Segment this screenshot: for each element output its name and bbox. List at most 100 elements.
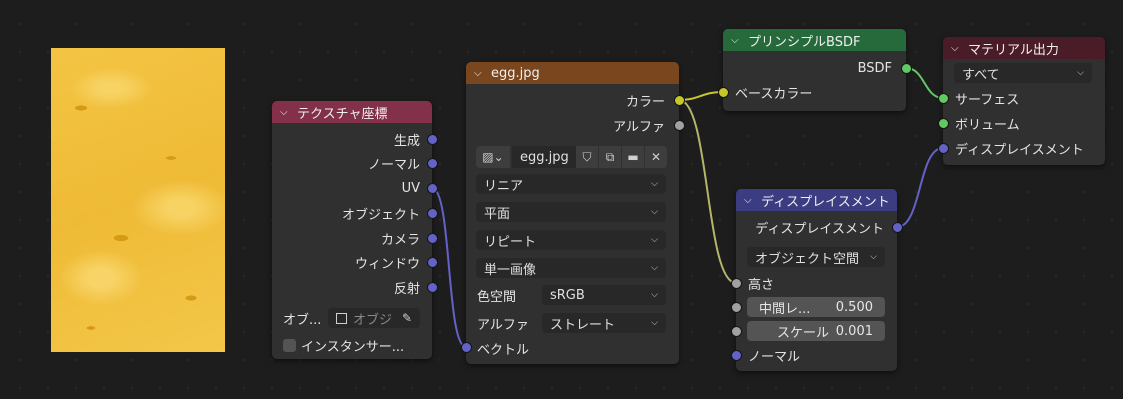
close-icon: ✕	[650, 150, 662, 164]
socket-camera[interactable]	[427, 233, 438, 244]
texture-coordinate-node[interactable]: ⌵ テクスチャ座標 生成 ノーマル UV オブジェクト カメラ ウィンドウ 反射…	[272, 101, 438, 359]
socket-vector-in[interactable]	[461, 342, 472, 353]
chevron-down-icon: ⌵	[870, 252, 877, 262]
output-bsdf: BSDF	[857, 60, 892, 76]
socket-alpha-out[interactable]	[674, 120, 685, 131]
socket-reflection[interactable]	[427, 282, 438, 293]
image-name-field[interactable]: egg.jpg	[512, 146, 576, 168]
alpha-label: アルファ	[477, 317, 529, 333]
midlevel-value: 0.500	[835, 299, 873, 315]
image-name: egg.jpg	[520, 149, 569, 165]
unlink-button[interactable]: ✕	[645, 146, 667, 168]
socket-object[interactable]	[427, 208, 438, 219]
chevron-down-icon[interactable]: ⌵	[951, 43, 963, 54]
space-value: オブジェクト空間	[755, 251, 860, 267]
image-texture-node[interactable]: ⌵ egg.jpg カラー アルファ ▨⌄ egg.jpg ⛉ ⧉ ▬ ✕ リニ…	[461, 62, 685, 364]
scale-field[interactable]: スケール 0.001	[747, 321, 885, 341]
chevron-down-icon[interactable]: ⌵	[731, 35, 743, 46]
texture-coordinate-header[interactable]: ⌵ テクスチャ座標	[272, 101, 432, 123]
alpha-mode-value: ストレート	[550, 317, 616, 333]
scale-value: 0.001	[835, 323, 873, 339]
socket-height-in[interactable]	[731, 278, 742, 289]
node-title: テクスチャ座標	[297, 106, 388, 122]
link-color-basecolor	[678, 91, 724, 101]
input-normal: ノーマル	[748, 349, 801, 365]
shield-icon: ⛉	[582, 149, 592, 164]
object-label: オブ...	[283, 312, 322, 328]
midlevel-field[interactable]: 中間レ... 0.500	[747, 297, 885, 317]
colorspace-dropdown[interactable]: sRGB ⌵	[542, 285, 666, 305]
chevron-down-icon[interactable]: ⌵	[280, 107, 292, 118]
socket-midlevel-in[interactable]	[731, 302, 742, 313]
socket-bsdf-out[interactable]	[901, 63, 912, 74]
eyedropper-icon[interactable]: ✎	[402, 311, 412, 325]
socket-displacement-out[interactable]	[892, 222, 903, 233]
extension-value: リピート	[484, 234, 537, 250]
source-value: 単一画像	[484, 262, 537, 278]
socket-surface-in[interactable]	[938, 93, 949, 104]
chevron-down-icon: ⌵	[651, 235, 658, 245]
node-title: プリンシプルBSDF	[748, 34, 861, 50]
node-title: ディスプレイスメント	[761, 194, 890, 210]
colorspace-label: 色空間	[477, 289, 517, 305]
displacement-node[interactable]: ⌵ ディスプレイスメント ディスプレイスメント オブジェクト空間 ⌵ 高さ 中間レ…	[731, 189, 903, 371]
chevron-down-icon: ⌵	[651, 318, 658, 328]
output-uv: UV	[401, 180, 420, 196]
instancer-checkbox-row[interactable]: インスタンサー...	[283, 335, 404, 355]
target-dropdown[interactable]: すべて ⌵	[954, 63, 1092, 83]
socket-color-out[interactable]	[674, 95, 685, 106]
material-output-header[interactable]: ⌵ マテリアル出力	[943, 37, 1105, 59]
interpolation-value: リニア	[484, 178, 524, 194]
material-output-node[interactable]: ⌵ マテリアル出力 すべて ⌵ サーフェス ボリューム ディスプレイスメント	[938, 37, 1105, 165]
socket-displacement-in[interactable]	[938, 143, 949, 154]
projection-value: 平面	[484, 206, 511, 222]
socket-generated[interactable]	[427, 134, 438, 145]
input-basecolor: ベースカラー	[735, 86, 813, 102]
image-texture-header[interactable]: ⌵ egg.jpg	[466, 62, 679, 84]
chevron-down-icon: ⌵	[651, 290, 658, 300]
displacement-header[interactable]: ⌵ ディスプレイスメント	[736, 189, 897, 211]
space-dropdown[interactable]: オブジェクト空間 ⌵	[747, 247, 885, 267]
scale-label: スケール	[777, 325, 830, 341]
duplicate-button[interactable]: ⧉	[599, 146, 621, 168]
output-reflection: 反射	[393, 281, 420, 297]
socket-normal[interactable]	[427, 158, 438, 169]
socket-volume-in[interactable]	[938, 118, 949, 129]
socket-uv[interactable]	[427, 183, 438, 194]
principled-bsdf-header[interactable]: ⌵ プリンシプルBSDF	[723, 29, 906, 51]
output-object: オブジェクト	[341, 207, 420, 223]
extension-dropdown[interactable]: リピート ⌵	[476, 230, 666, 250]
image-browse-button[interactable]: ▨⌄	[476, 146, 510, 168]
texture-preview-image	[51, 48, 225, 352]
image-icon: ▨⌄	[482, 150, 504, 164]
socket-window[interactable]	[427, 257, 438, 268]
input-volume: ボリューム	[955, 117, 1020, 133]
chevron-down-icon: ⌵	[651, 207, 658, 217]
chevron-down-icon: ⌵	[651, 263, 658, 273]
source-dropdown[interactable]: 単一画像 ⌵	[476, 258, 666, 278]
open-file-button[interactable]: ▬	[622, 146, 644, 168]
instancer-checkbox[interactable]	[283, 338, 296, 352]
socket-normal-in[interactable]	[731, 350, 742, 361]
alpha-mode-dropdown[interactable]: ストレート ⌵	[542, 313, 666, 333]
principled-bsdf-node[interactable]: ⌵ プリンシプルBSDF BSDF ベースカラー	[718, 29, 912, 111]
chevron-down-icon: ⌵	[1077, 68, 1084, 78]
socket-basecolor-in[interactable]	[718, 87, 729, 98]
fake-user-button[interactable]: ⛉	[576, 146, 598, 168]
midlevel-label: 中間レ...	[759, 301, 811, 317]
projection-dropdown[interactable]: 平面 ⌵	[476, 202, 666, 222]
node-title: マテリアル出力	[968, 42, 1059, 58]
output-displacement: ディスプレイスメント	[755, 221, 884, 237]
link-displacement	[896, 147, 944, 228]
target-value: すべて	[962, 67, 1000, 83]
input-height: 高さ	[748, 277, 775, 293]
chevron-down-icon[interactable]: ⌵	[744, 195, 756, 206]
object-picker[interactable]: オブジ ✎	[328, 308, 420, 328]
output-color: カラー	[625, 94, 665, 110]
input-surface: サーフェス	[955, 92, 1020, 108]
chevron-down-icon[interactable]: ⌵	[474, 68, 486, 79]
interpolation-dropdown[interactable]: リニア ⌵	[476, 174, 666, 194]
object-placeholder: オブジ	[353, 312, 393, 328]
socket-scale-in[interactable]	[731, 326, 742, 337]
object-icon	[336, 312, 347, 324]
